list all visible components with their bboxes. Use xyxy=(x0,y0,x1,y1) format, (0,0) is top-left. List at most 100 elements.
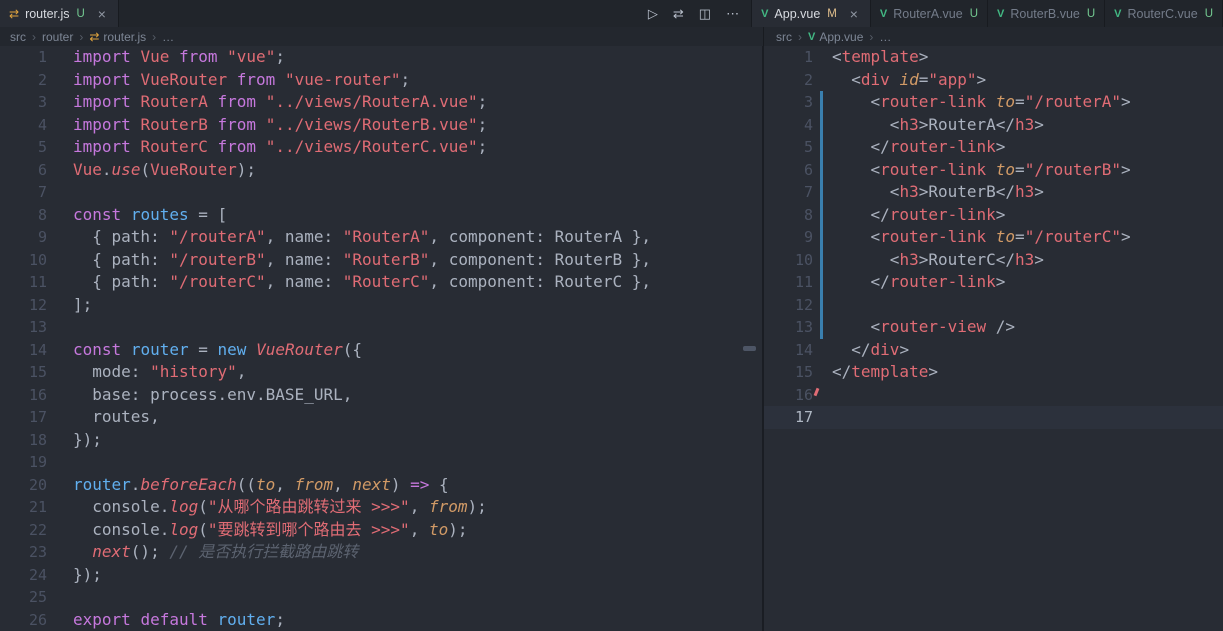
code-token: to xyxy=(256,474,276,494)
line-number: 23 xyxy=(28,543,47,562)
line-number: 2 xyxy=(37,70,47,89)
breadcrumb-item[interactable]: V App.vue xyxy=(808,30,863,44)
line-number: 25 xyxy=(28,588,47,607)
code-text: <router-link to="/routerC"> xyxy=(832,226,1223,249)
git-status-badge: M xyxy=(827,7,837,20)
code-token: const xyxy=(73,204,122,224)
tab-group-right: V App.vue M × V RouterA.vue U V RouterB.vue U V Rou… xyxy=(752,0,1223,27)
breadcrumb-separator: › xyxy=(152,29,157,44)
code-token: import xyxy=(73,92,131,112)
code-token: , xyxy=(409,519,429,539)
code-token: router-link xyxy=(880,159,987,179)
tab-routerb-vue[interactable]: V RouterB.vue U xyxy=(988,0,1106,27)
code-token: ) xyxy=(390,474,411,494)
code-text: next(); // 是否执行拦截路由跳转 xyxy=(73,541,762,564)
code-token: , name: xyxy=(265,272,343,292)
code-line: 5 import RouterC from "../views/RouterC.v… xyxy=(0,136,762,159)
code-text: </div> xyxy=(832,339,1223,362)
code-token: ); xyxy=(448,519,468,539)
code-line: 20 router.beforeEach((to, from, next) => … xyxy=(0,474,762,497)
tab-routera-vue[interactable]: V RouterA.vue U xyxy=(871,0,989,27)
tab-app-vue[interactable]: V App.vue M × xyxy=(752,0,871,27)
code-token: router xyxy=(73,474,131,494)
code-token: = xyxy=(188,339,218,359)
breadcrumb-item[interactable]: … xyxy=(879,30,891,44)
code-line: 25 xyxy=(0,586,762,609)
code-token: , name: xyxy=(265,249,343,269)
code-token: routes, xyxy=(73,407,160,427)
code-token: > xyxy=(1121,159,1131,179)
open-changes-icon[interactable]: ⇄ xyxy=(673,6,684,22)
code-token: "/routerB" xyxy=(1024,159,1122,179)
code-token: next xyxy=(92,542,131,562)
code-token: > xyxy=(976,69,987,89)
code-line: 4 <h3>RouterA</h3> xyxy=(764,113,1223,137)
editor-app-vue[interactable]: 1 <template> 2 <div id="app"> 3 <router-lin… xyxy=(764,46,1223,631)
code-token: => xyxy=(410,474,430,494)
run-icon[interactable]: ▷ xyxy=(648,6,658,22)
code-text: console.log("要跳转到哪个路由去 >>>", to); xyxy=(73,519,762,542)
code-token: , name: xyxy=(265,227,343,247)
code-token: RouterB xyxy=(140,114,208,134)
breadcrumb-item[interactable]: router xyxy=(42,30,73,44)
breadcrumb-label: router xyxy=(42,29,74,44)
code-token: import xyxy=(73,114,131,134)
breadcrumb-item[interactable]: ⇄ router.js xyxy=(89,30,146,44)
close-icon[interactable]: × xyxy=(847,6,861,22)
breadcrumb-item[interactable]: src xyxy=(776,30,792,44)
code-token: mode: xyxy=(73,362,151,382)
code-token: = xyxy=(1015,159,1025,179)
breadcrumb-separator: › xyxy=(869,29,874,44)
breadcrumb-separator: › xyxy=(798,29,802,44)
code-token: RouterA xyxy=(140,92,208,112)
code-text: routes, xyxy=(73,406,762,429)
code-text: base: process.env.BASE_URL, xyxy=(73,384,762,407)
code-token: VueRouter xyxy=(140,69,228,89)
code-token: "/routerB" xyxy=(169,249,266,269)
code-token: > xyxy=(1034,114,1044,134)
code-text: ]; xyxy=(73,294,762,317)
code-line: 13 <router-view /> xyxy=(764,316,1223,339)
code-line: 9 <router-link to="/routerC"> xyxy=(764,226,1223,249)
editor-router-js[interactable]: 1 import Vue from "vue"; 2 import VueRouter… xyxy=(0,46,764,631)
tab-routerc-vue[interactable]: V RouterC.vue U xyxy=(1105,0,1223,27)
code-token: default xyxy=(140,609,208,629)
code-text: </template> xyxy=(832,361,1223,384)
more-actions-icon[interactable]: ⋯ xyxy=(726,6,739,22)
code-token: import xyxy=(73,69,131,89)
breadcrumb-label: router.js xyxy=(103,29,147,44)
code-token: (); xyxy=(130,542,170,562)
line-number: 1 xyxy=(803,48,813,66)
code-text: }); xyxy=(73,564,762,587)
line-number: 13 xyxy=(28,318,47,337)
code-token: router xyxy=(217,609,276,629)
code-token: "../views/RouterA.vue" xyxy=(265,92,478,112)
tab-router-js[interactable]: ⇄ router.js U × xyxy=(0,0,119,27)
vue-icon: V xyxy=(1114,7,1122,20)
breadcrumb-item[interactable]: … xyxy=(162,30,174,44)
code-token: > xyxy=(995,137,1006,157)
code-token: < xyxy=(832,249,900,269)
breadcrumb-item[interactable]: src xyxy=(10,30,26,44)
code-token: </ xyxy=(832,137,890,157)
line-number: 8 xyxy=(803,205,813,224)
code-line: 5 </router-link> xyxy=(764,136,1223,159)
code-token: "RouterB" xyxy=(342,249,430,269)
code-line: 11 </router-link> xyxy=(764,271,1223,294)
code-token: h3 xyxy=(899,182,919,202)
line-number: 7 xyxy=(803,183,813,202)
line-number: 15 xyxy=(28,363,47,382)
code-token: = xyxy=(1015,92,1025,112)
git-status-badge: U xyxy=(1086,7,1096,20)
git-status-badge: U xyxy=(1204,7,1213,20)
close-icon[interactable]: × xyxy=(95,6,109,22)
code-line: 7 xyxy=(0,181,762,204)
code-token: >RouterA</ xyxy=(918,114,1016,134)
code-line: 21 console.log("从哪个路由跳转过来 >>>", from); xyxy=(0,496,762,519)
code-token: ; xyxy=(275,609,285,629)
code-token: = xyxy=(1015,227,1025,247)
split-editor-icon[interactable]: ◫ xyxy=(699,6,711,22)
